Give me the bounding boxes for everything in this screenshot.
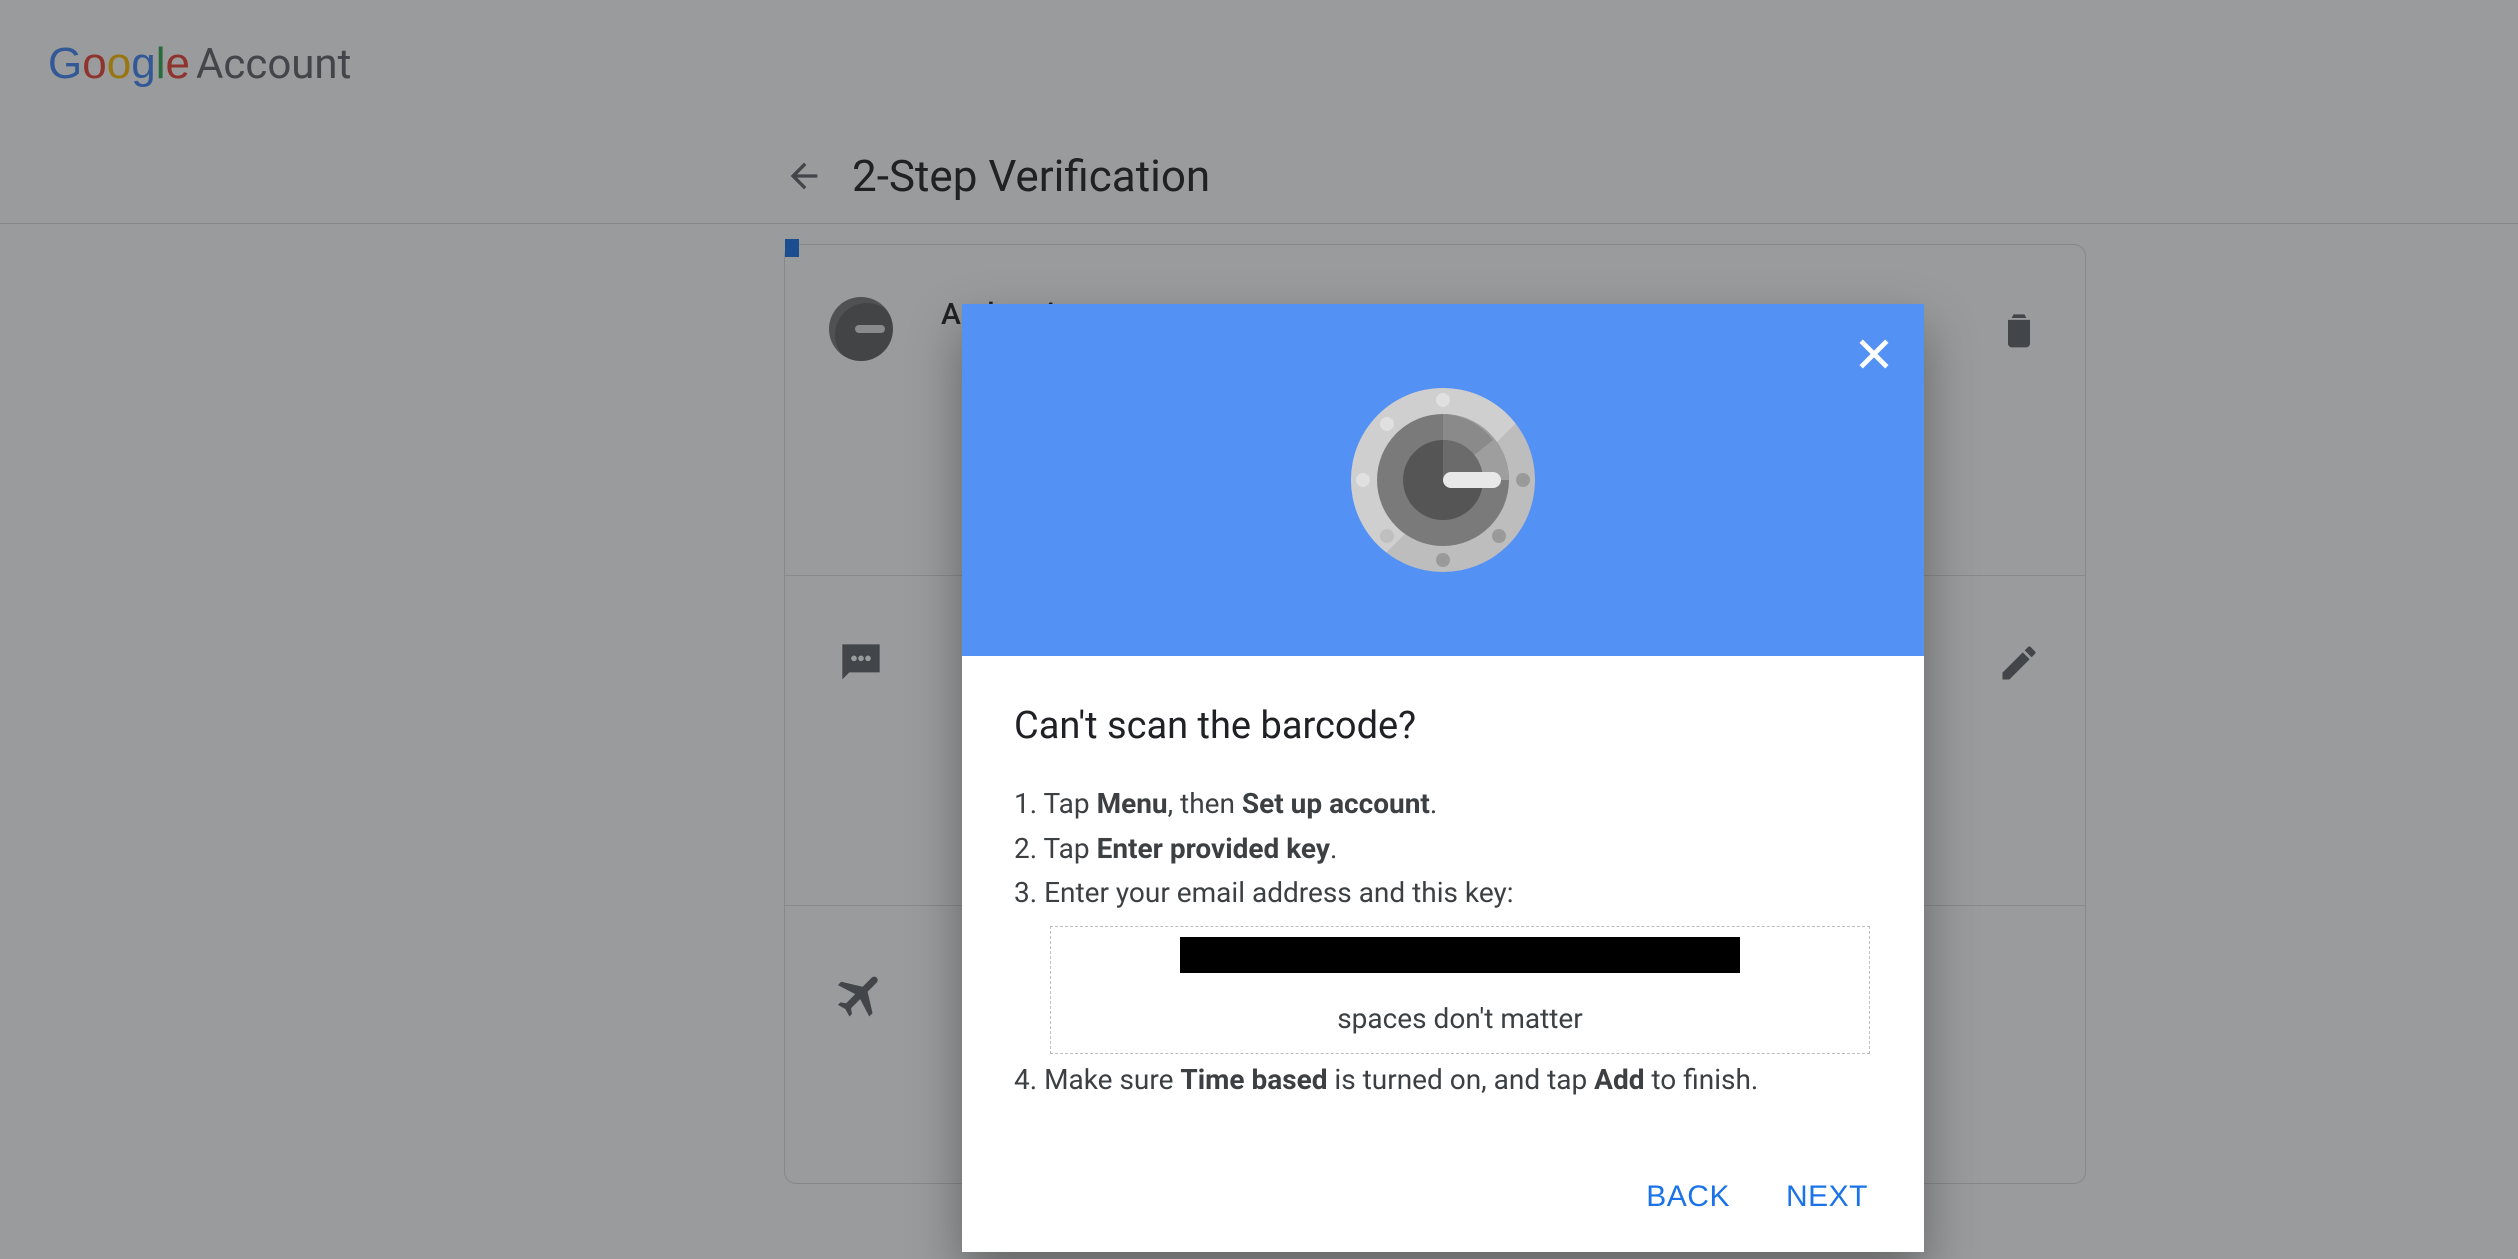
authenticator-large-icon: [1343, 380, 1543, 580]
text-bold: Add: [1594, 1063, 1644, 1096]
text-bold: Enter provided key: [1097, 832, 1330, 865]
modal-footer: BACK NEXT: [962, 1142, 1924, 1252]
text-bold: Set up account: [1242, 787, 1430, 820]
step-1: 1. Tap Menu, then Set up account.: [1014, 784, 1872, 825]
text: is turned on, and tap: [1327, 1063, 1594, 1096]
authenticator-modal: Can't scan the barcode? 1. Tap Menu, the…: [962, 304, 1924, 1252]
text: to finish.: [1644, 1063, 1758, 1096]
secret-key-redacted: [1180, 937, 1740, 973]
modal-body: Can't scan the barcode? 1. Tap Menu, the…: [962, 656, 1924, 1142]
text: 1. Tap: [1014, 787, 1097, 820]
text: , then: [1168, 787, 1242, 820]
modal-steps: 1. Tap Menu, then Set up account. 2. Tap…: [1014, 784, 1872, 1101]
text: 4. Make sure: [1014, 1063, 1180, 1096]
text: .: [1330, 832, 1337, 865]
step-2: 2. Tap Enter provided key.: [1014, 829, 1872, 870]
text-bold: Menu: [1097, 787, 1168, 820]
step-4: 4. Make sure Time based is turned on, an…: [1014, 1060, 1872, 1101]
modal-title: Can't scan the barcode?: [1014, 704, 1872, 748]
text: 2. Tap: [1014, 832, 1097, 865]
text: .: [1430, 787, 1437, 820]
back-button[interactable]: BACK: [1646, 1180, 1730, 1214]
text-bold: Time based: [1180, 1063, 1327, 1096]
next-button[interactable]: NEXT: [1786, 1180, 1868, 1214]
step-3: 3. Enter your email address and this key…: [1014, 873, 1872, 914]
secret-key-note: spaces don't matter: [1337, 1002, 1583, 1035]
secret-key-box[interactable]: spaces don't matter: [1050, 926, 1870, 1055]
modal-header: [962, 304, 1924, 656]
close-icon[interactable]: [1852, 332, 1896, 376]
